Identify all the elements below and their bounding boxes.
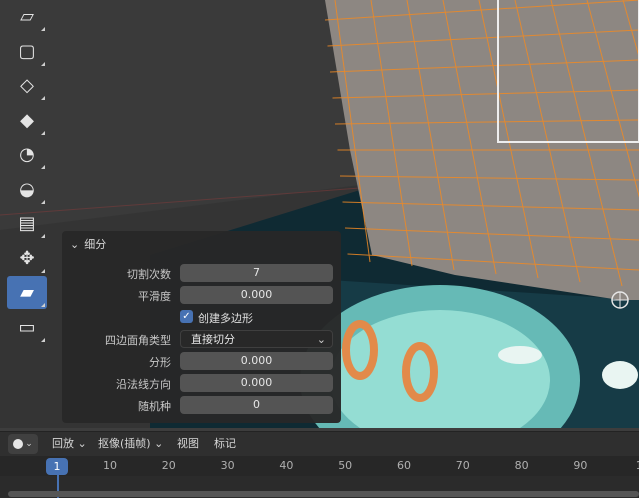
timeline-header: ⌄ 回放 ⌄ 抠像(插帧) ⌄ 视图 标记 xyxy=(0,431,639,456)
marker-menu[interactable]: 标记 xyxy=(214,436,236,452)
spin-icon[interactable]: ▤ xyxy=(7,207,47,240)
seed-field[interactable]: 0 xyxy=(180,396,333,414)
fractal-field[interactable]: 0.000 xyxy=(180,352,333,370)
current-frame-indicator[interactable]: 1 xyxy=(46,458,68,475)
label-seed: 随机种 xyxy=(138,400,171,413)
ruler-number: 50 xyxy=(338,459,353,472)
ruler-number: 10 xyxy=(103,459,117,472)
create-ngons-checkbox[interactable]: ✓ xyxy=(180,310,193,323)
ruler-number: 70 xyxy=(455,459,470,472)
loop-cut-icon[interactable]: ◆ xyxy=(7,104,47,137)
cuts-field[interactable]: 7 xyxy=(180,264,333,282)
row-create-ngons: ✓ 创建多边形 xyxy=(62,307,341,327)
quad-corner-dropdown[interactable]: 直接切分 ⌄ xyxy=(180,330,333,348)
shrink-fatten-icon[interactable]: ▭ xyxy=(7,311,47,344)
label-cuts: 切割次数 xyxy=(127,268,171,281)
view-menu[interactable]: 视图 xyxy=(177,436,199,452)
chevron-down-icon: ⌄ xyxy=(70,237,80,251)
chevron-down-icon: ⌄ xyxy=(25,439,33,449)
panel-title: 细分 xyxy=(84,238,107,251)
create-ngons-label[interactable]: 创建多边形 xyxy=(198,310,253,326)
ruler-number: 30 xyxy=(220,459,235,472)
playback-menu[interactable]: 回放 ⌄ xyxy=(52,436,87,452)
smoothness-field[interactable]: 0.000 xyxy=(180,286,333,304)
row-smoothness: 平滑度 0.000 xyxy=(62,285,341,305)
label-smoothness: 平滑度 xyxy=(138,290,171,303)
edge-slide-icon[interactable]: ▰ xyxy=(7,276,47,309)
row-along-normal: 沿法线方向 0.000 xyxy=(62,373,341,393)
row-quad-corner: 四边面角类型 直接切分 ⌄ xyxy=(62,329,341,349)
knife-icon[interactable]: ◔ xyxy=(7,138,47,171)
3d-viewport[interactable]: ▱ ▢ ◇ ◆ ◔ ◒ ▤ ✥ ▰ ▭ ⌄ 细分 切割次数 7 平滑度 0.000 ✓ 创建多边形… xyxy=(0,0,639,428)
ruler-number: 80 xyxy=(514,459,529,472)
quad-corner-value: 直接切分 xyxy=(191,333,235,346)
label-along-normal: 沿法线方向 xyxy=(116,378,171,391)
poly-build-icon[interactable]: ◒ xyxy=(7,173,47,206)
ruler-number: 40 xyxy=(279,459,294,472)
label-quad-corner: 四边面角类型 xyxy=(105,334,171,347)
extrude-region-icon[interactable]: ▱ xyxy=(7,0,47,33)
ruler-number: 60 xyxy=(397,459,411,472)
keying-menu[interactable]: 抠像(插帧) ⌄ xyxy=(98,436,163,452)
timeline-scrollbar[interactable] xyxy=(8,491,639,497)
panel-header[interactable]: ⌄ 细分 xyxy=(70,237,107,252)
ruler-number: 90 xyxy=(573,459,588,472)
chevron-down-icon: ⌄ xyxy=(316,333,326,346)
label-fractal: 分形 xyxy=(149,356,171,369)
inset-faces-icon[interactable]: ▢ xyxy=(7,35,47,68)
row-cuts: 切割次数 7 xyxy=(62,263,341,283)
ruler-number: 20 xyxy=(161,459,176,472)
bevel-icon[interactable]: ◇ xyxy=(7,69,47,102)
frame-ruler[interactable]: 10 20 30 40 50 60 70 80 90 1 xyxy=(0,456,639,476)
editor-type-button[interactable]: ⌄ xyxy=(8,434,38,454)
along-normal-field[interactable]: 0.000 xyxy=(180,374,333,392)
clock-icon xyxy=(13,439,24,449)
operator-panel-subdivide: ⌄ 细分 切割次数 7 平滑度 0.000 ✓ 创建多边形 四边面角类型 直接切… xyxy=(62,231,341,423)
smooth-icon[interactable]: ✥ xyxy=(7,242,47,275)
row-seed: 随机种 0 xyxy=(62,395,341,415)
row-fractal: 分形 0.000 xyxy=(62,351,341,371)
